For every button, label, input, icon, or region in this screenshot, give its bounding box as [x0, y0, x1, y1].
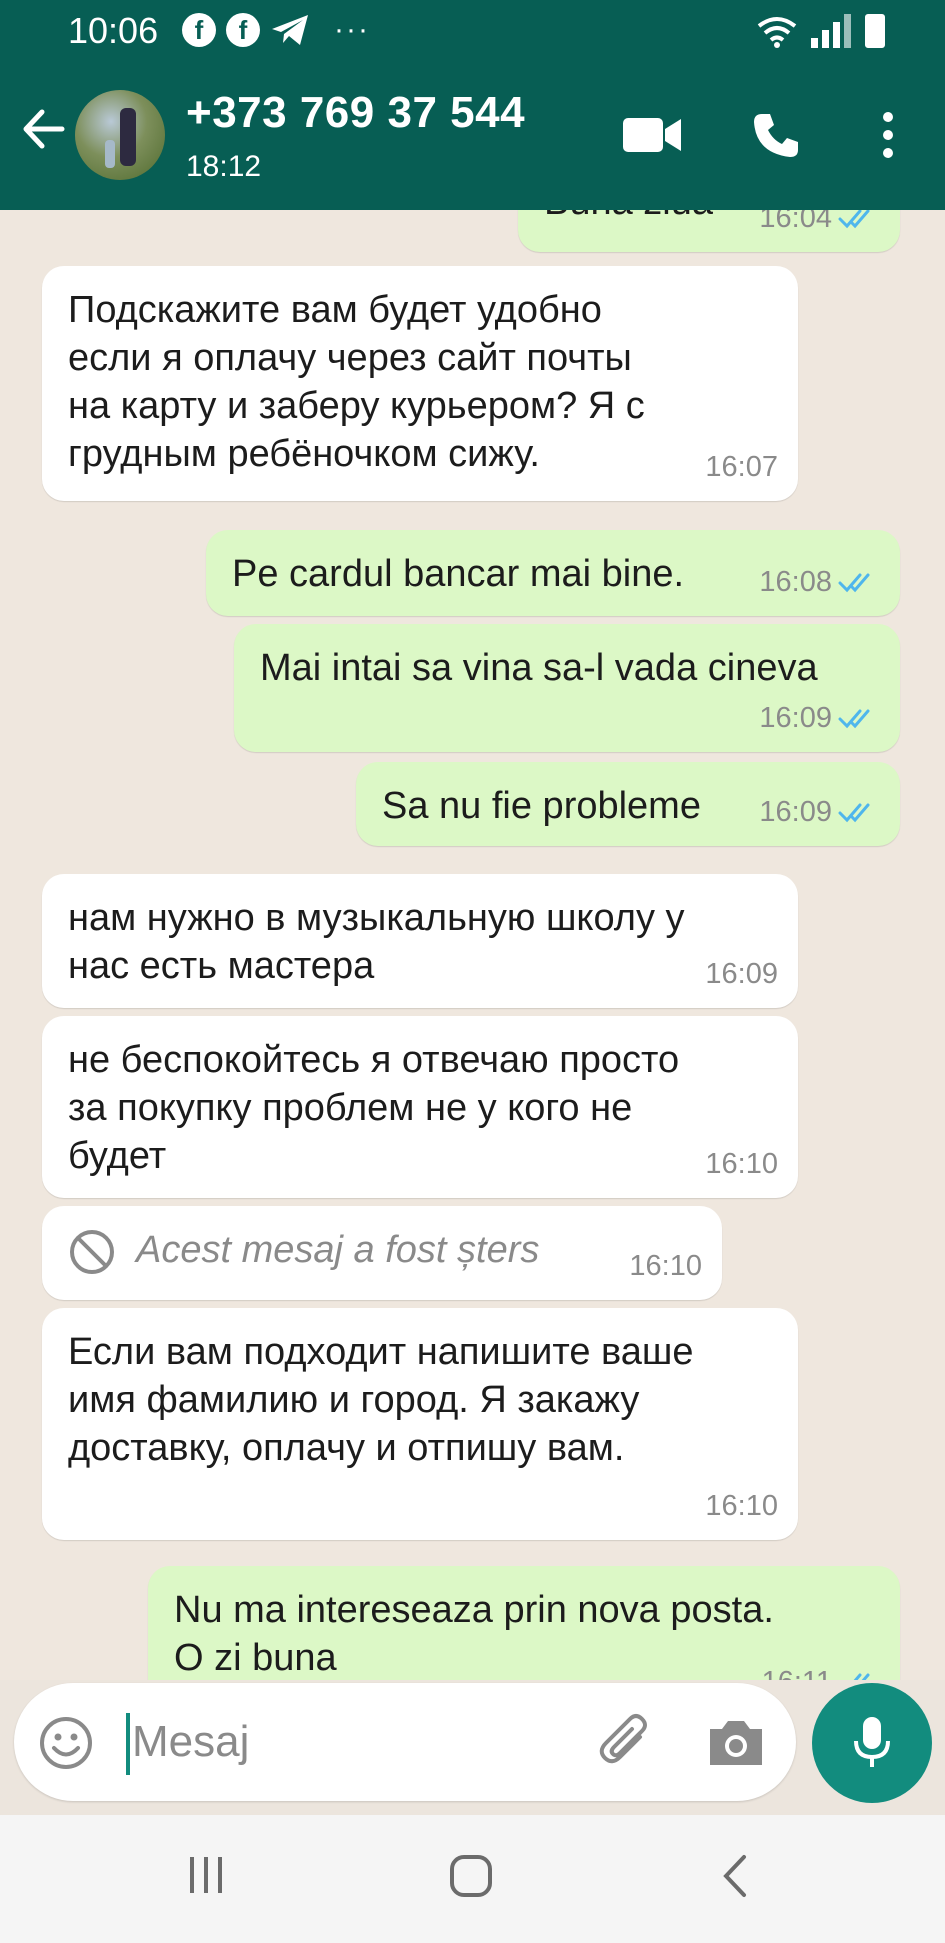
message-time: 16:10 [705, 1490, 778, 1522]
text-caret [126, 1713, 130, 1775]
notification-icons: f f ··· [182, 12, 370, 48]
ban-icon [70, 1230, 114, 1274]
double-check-icon [838, 210, 870, 229]
back-nav-icon[interactable] [720, 1853, 750, 1899]
message-input[interactable]: Mesaj [132, 1717, 249, 1767]
call-button[interactable] [741, 100, 811, 170]
message-outgoing[interactable]: Sa nu fie probleme 16:09 [356, 762, 900, 846]
message-time: 16:07 [705, 451, 778, 483]
message-outgoing[interactable]: Pe cardul bancar mai bine. 16:08 [206, 530, 900, 616]
message-time: 16:08 [759, 566, 832, 598]
emoji-icon[interactable] [38, 1715, 94, 1771]
mic-icon [854, 1717, 890, 1767]
video-call-icon [623, 118, 681, 152]
home-icon[interactable] [448, 1853, 494, 1899]
battery-icon [865, 14, 885, 48]
message-incoming[interactable]: Если вам подходит напишите ваше имя фами… [42, 1308, 798, 1540]
double-check-icon [838, 709, 870, 729]
message-outgoing[interactable]: Nu ma intereseaza prin nova posta. O zi … [148, 1566, 900, 1680]
avatar[interactable] [75, 90, 165, 180]
system-icons [757, 14, 885, 48]
message-time: 16:11 [762, 1658, 832, 1680]
video-call-button[interactable] [617, 100, 687, 170]
contact-last-seen: 18:12 [186, 150, 262, 183]
mic-button[interactable] [812, 1683, 932, 1803]
phone-icon [754, 114, 798, 157]
message-incoming[interactable]: Подскажите вам будет удобно если я оплач… [42, 266, 798, 501]
status-bar: 10:06 f f ··· [0, 0, 945, 62]
message-time: 16:10 [629, 1250, 702, 1282]
telegram-icon [272, 15, 308, 45]
more-vert-icon [883, 112, 893, 158]
message-incoming[interactable]: нам нужно в музыкальную школу у нас есть… [42, 874, 798, 1008]
message-time: 16:10 [705, 1148, 778, 1180]
message-outgoing[interactable]: Buna ziua 16:04 [518, 210, 900, 252]
message-time: 16:04 [759, 210, 832, 234]
double-check-icon [838, 803, 870, 823]
chat-header: +373 769 37 544 18:12 [0, 62, 945, 210]
contact-name[interactable]: +373 769 37 544 [186, 88, 525, 138]
facebook-icon: f [226, 13, 260, 47]
message-deleted[interactable]: Acest mesaj a fost șters 16:10 [42, 1206, 722, 1300]
top-bar: 10:06 f f ··· +373 769 37 544 18:12 [0, 0, 945, 210]
double-check-icon [838, 573, 870, 593]
message-outgoing[interactable]: Mai intai sa vina sa-l vada cineva 16:09 [234, 624, 900, 752]
recent-apps-icon[interactable] [184, 1853, 228, 1897]
message-time: 16:09 [759, 702, 832, 734]
facebook-icon: f [182, 13, 216, 47]
paperclip-icon[interactable] [596, 1711, 656, 1771]
message-time: 16:09 [705, 958, 778, 990]
chat-area[interactable]: Buna ziua 16:04 Подскажите вам будет удо… [0, 210, 945, 1680]
wifi-icon [757, 17, 797, 48]
camera-icon[interactable] [706, 1715, 766, 1771]
more-notifications: ··· [334, 13, 370, 46]
menu-button[interactable] [853, 100, 923, 170]
message-time: 16:09 [759, 796, 832, 828]
signal-icon [811, 14, 851, 48]
system-navigation-bar [0, 1815, 945, 1943]
message-incoming[interactable]: не беспокойтесь я отвечаю просто за поку… [42, 1016, 798, 1198]
double-check-icon [853, 1673, 870, 1680]
status-time: 10:06 [68, 10, 159, 51]
arrow-left-icon[interactable] [18, 104, 68, 154]
message-composer[interactable]: Mesaj [14, 1683, 796, 1801]
